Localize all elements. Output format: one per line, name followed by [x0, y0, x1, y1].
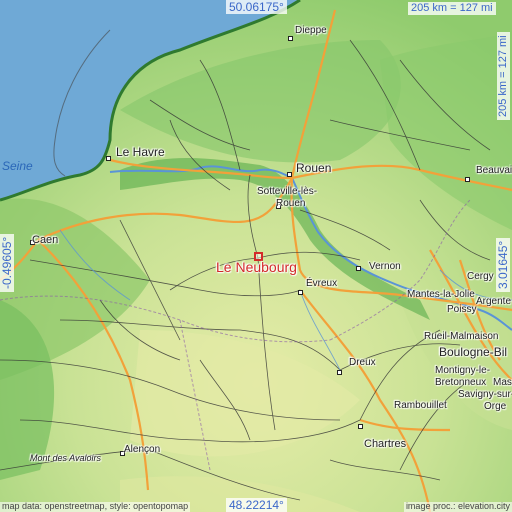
label-sotteville: Sotteville-lès-	[257, 186, 318, 197]
attribution-right: image proc.: elevation.city	[403, 501, 512, 512]
label-argenteuil: Argente	[476, 296, 512, 307]
le-havre-dot	[106, 156, 111, 161]
label-rueil: Rueil-Malmaison	[424, 331, 499, 342]
beauvais-dot	[465, 177, 470, 182]
right-longitude: 3.01645°	[496, 237, 510, 292]
label-rambouillet: Rambouillet	[394, 400, 447, 411]
label-le-neubourg: Le Neubourg	[216, 259, 297, 275]
label-mont-des-avaloirs: Mont des Avaloirs	[30, 453, 102, 463]
label-seine: Seine	[2, 159, 33, 173]
label-cergy: Cergy	[467, 271, 494, 282]
label-orge: Orge	[484, 401, 507, 412]
label-montigny: Montigny-le-	[435, 365, 491, 376]
right-scale: 205 km = 127 mi	[497, 32, 510, 120]
dieppe-dot	[288, 36, 293, 41]
label-beauvais: Beauvai	[476, 165, 512, 176]
label-chartres: Chartres	[364, 438, 407, 450]
label-mantes: Mantes-la-Jolie	[407, 289, 475, 300]
bottom-latitude: 48.22214°	[226, 498, 287, 512]
attribution-left: map data: openstreetmap, style: opentopo…	[0, 501, 191, 512]
top-scale: 205 km = 127 mi	[408, 2, 496, 15]
chartres-dot	[358, 424, 363, 429]
label-massy: Mass	[493, 377, 512, 388]
evreux-dot	[298, 290, 303, 295]
topographic-map[interactable]: Seine Le Havre Dieppe Rouen Sotteville-l…	[0, 0, 512, 512]
label-le-havre: Le Havre	[116, 145, 165, 159]
label-poissy: Poissy	[447, 304, 477, 315]
label-dreux: Dreux	[349, 357, 376, 368]
label-sotteville-rouen: Rouen	[276, 198, 306, 209]
label-evreux: Évreux	[306, 278, 338, 289]
label-rouen: Rouen	[296, 161, 332, 175]
label-savigny: Savigny-sur-	[458, 389, 512, 400]
label-vernon: Vernon	[369, 261, 401, 272]
label-boulogne: Boulogne-Bil	[439, 345, 508, 359]
dreux-dot	[337, 370, 342, 375]
rouen-dot	[287, 172, 292, 177]
label-caen: Caen	[32, 234, 59, 246]
label-montigny-2: Bretonneux	[435, 377, 487, 388]
label-dieppe: Dieppe	[295, 25, 327, 36]
left-longitude: -0.49605°	[0, 233, 14, 292]
label-alencon: Alençon	[124, 444, 161, 455]
vernon-dot	[356, 266, 361, 271]
top-latitude: 50.06175°	[226, 0, 287, 14]
